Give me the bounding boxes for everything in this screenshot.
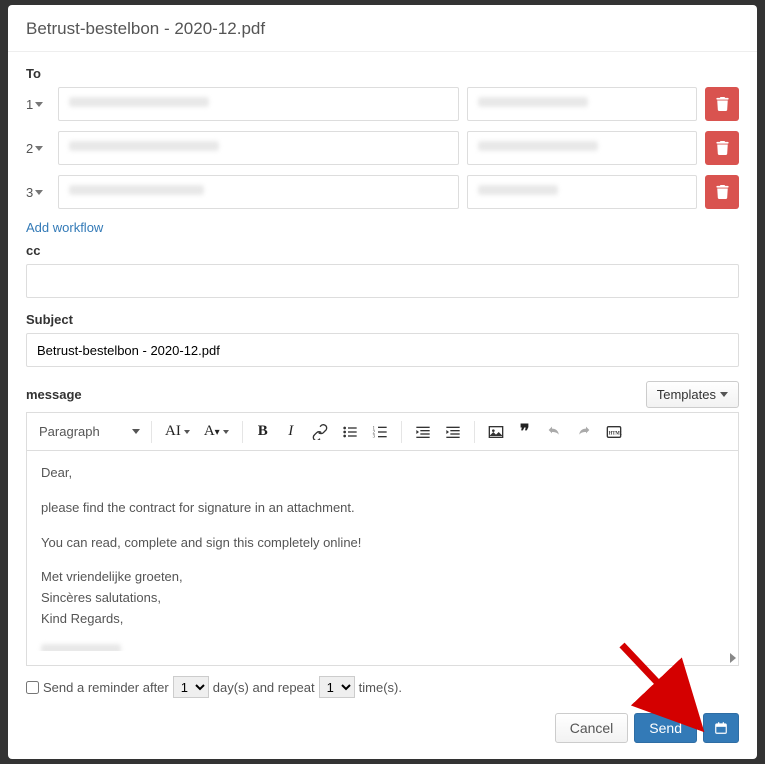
trash-icon <box>716 97 729 111</box>
caret-down-icon <box>223 430 229 434</box>
order-selector[interactable]: 2 <box>26 141 50 156</box>
italic-button[interactable]: I <box>279 419 303 444</box>
recipient-email-input[interactable] <box>58 175 459 209</box>
horizontal-scrollbar[interactable] <box>27 651 738 665</box>
reminder-text3: time(s). <box>359 680 402 695</box>
editor-content[interactable]: Dear, please find the contract for signa… <box>27 451 738 651</box>
recipient-list: 1 2 <box>26 87 739 209</box>
recipient-name-input[interactable] <box>467 175 697 209</box>
numbered-list-button[interactable]: 123 <box>367 420 393 444</box>
chevron-down-icon <box>132 429 140 434</box>
to-label: To <box>26 66 739 81</box>
redo-button[interactable] <box>571 420 597 444</box>
send-button[interactable]: Send <box>634 713 697 743</box>
order-number: 3 <box>26 185 33 200</box>
font-family-button[interactable]: AI <box>160 419 195 444</box>
link-icon <box>312 424 328 440</box>
reminder-repeat-select[interactable]: 1 <box>319 676 355 698</box>
calendar-icon <box>714 721 728 735</box>
order-selector[interactable]: 1 <box>26 97 50 112</box>
schedule-button[interactable] <box>703 713 739 743</box>
editor-line: You can read, complete and sign this com… <box>41 533 724 554</box>
chevron-down-icon <box>35 190 43 195</box>
indent-icon <box>445 424 461 440</box>
add-workflow-link[interactable]: Add workflow <box>26 220 103 235</box>
recipient-row: 3 <box>26 175 739 209</box>
bullet-list-icon <box>342 424 358 440</box>
cc-input[interactable] <box>26 264 739 298</box>
editor-line: Kind Regards, <box>41 609 724 630</box>
undo-icon <box>546 424 562 440</box>
image-button[interactable] <box>483 420 509 444</box>
recipient-name-input[interactable] <box>467 87 697 121</box>
message-section: message Templates Paragraph AI A▾ B <box>26 381 739 666</box>
modal-body: To 1 2 <box>8 52 757 703</box>
reminder-text2: day(s) and repeat <box>213 680 315 695</box>
order-selector[interactable]: 3 <box>26 185 50 200</box>
quote-button[interactable]: ❞ <box>513 417 537 446</box>
cancel-button[interactable]: Cancel <box>555 713 629 743</box>
scroll-right-arrow-icon <box>730 653 736 663</box>
subject-input[interactable] <box>26 333 739 367</box>
html-icon: HTML <box>606 424 622 440</box>
bullet-list-button[interactable] <box>337 420 363 444</box>
svg-text:HTML: HTML <box>608 431 621 436</box>
numbered-list-icon: 123 <box>372 424 388 440</box>
cc-section: cc <box>26 243 739 298</box>
redo-icon <box>576 424 592 440</box>
indent-button[interactable] <box>440 420 466 444</box>
templates-label: Templates <box>657 387 716 402</box>
editor-line: Met vriendelijke groeten, <box>41 567 724 588</box>
delete-recipient-button[interactable] <box>705 131 739 165</box>
reminder-checkbox[interactable] <box>26 681 39 694</box>
svg-text:3: 3 <box>372 434 375 439</box>
templates-button[interactable]: Templates <box>646 381 739 408</box>
modal-header: Betrust-bestelbon - 2020-12.pdf <box>8 5 757 52</box>
signature-redacted <box>41 640 724 651</box>
image-icon <box>488 424 504 440</box>
recipient-row: 1 <box>26 87 739 121</box>
editor-line: Sincères salutations, <box>41 588 724 609</box>
editor-toolbar: Paragraph AI A▾ B I 123 <box>27 413 738 451</box>
caret-down-icon <box>720 392 728 397</box>
subject-section: Subject <box>26 312 739 367</box>
trash-icon <box>716 185 729 199</box>
recipient-email-input[interactable] <box>58 131 459 165</box>
link-button[interactable] <box>307 420 333 444</box>
order-number: 2 <box>26 141 33 156</box>
outdent-button[interactable] <box>410 420 436 444</box>
outdent-icon <box>415 424 431 440</box>
html-button[interactable]: HTML <box>601 420 627 444</box>
paragraph-format-select[interactable]: Paragraph <box>33 420 143 443</box>
caret-down-icon <box>184 430 190 434</box>
recipient-email-input[interactable] <box>58 87 459 121</box>
editor-line: please find the contract for signature i… <box>41 498 724 519</box>
modal-title: Betrust-bestelbon - 2020-12.pdf <box>26 19 265 38</box>
delete-recipient-button[interactable] <box>705 87 739 121</box>
subject-label: Subject <box>26 312 739 327</box>
message-label: message <box>26 387 82 402</box>
cc-label: cc <box>26 243 739 258</box>
reminder-days-select[interactable]: 1 <box>173 676 209 698</box>
editor-line: Dear, <box>41 463 724 484</box>
reminder-text1: Send a reminder after <box>43 680 169 695</box>
reminder-row: Send a reminder after 1 day(s) and repea… <box>26 676 739 698</box>
delete-recipient-button[interactable] <box>705 175 739 209</box>
bold-button[interactable]: B <box>251 419 275 444</box>
font-size-button[interactable]: A▾ <box>199 419 234 444</box>
rich-text-editor: Paragraph AI A▾ B I 123 <box>26 412 739 666</box>
recipient-row: 2 <box>26 131 739 165</box>
modal-footer: Cancel Send <box>8 703 757 759</box>
trash-icon <box>716 141 729 155</box>
undo-button[interactable] <box>541 420 567 444</box>
order-number: 1 <box>26 97 33 112</box>
compose-modal: Betrust-bestelbon - 2020-12.pdf To 1 2 <box>8 5 757 759</box>
chevron-down-icon <box>35 102 43 107</box>
recipient-name-input[interactable] <box>467 131 697 165</box>
chevron-down-icon <box>35 146 43 151</box>
